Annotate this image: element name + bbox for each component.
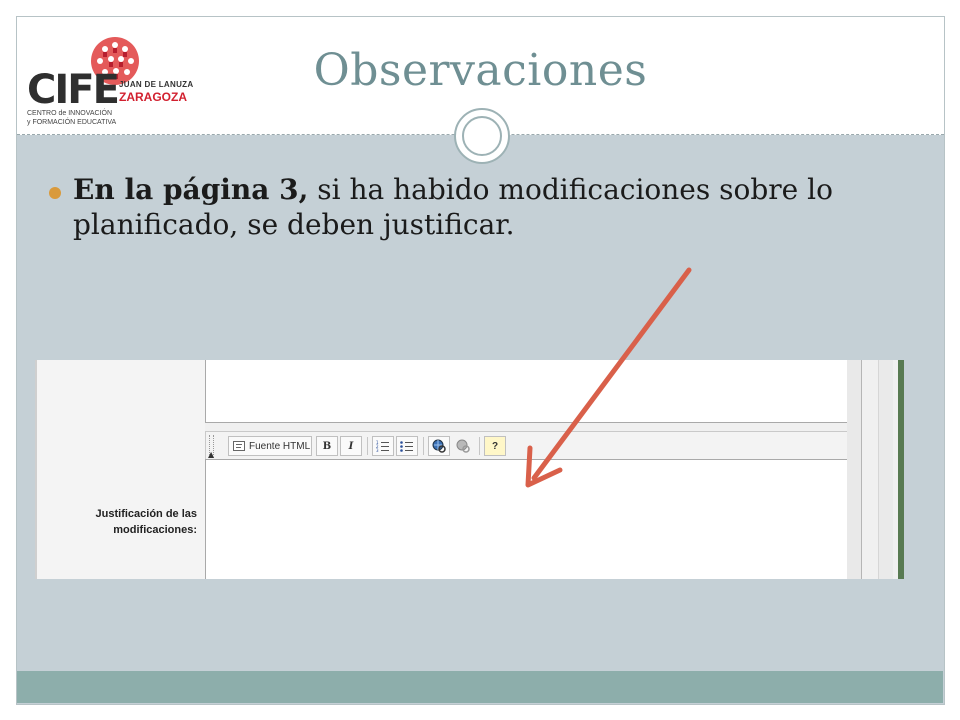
screenshot-green-edge	[898, 360, 904, 579]
link-globe-icon	[432, 439, 446, 453]
ordered-list-button[interactable]: 1 2 3	[372, 436, 394, 456]
source-html-button[interactable]: Fuente HTML	[228, 436, 312, 456]
unordered-list-icon	[400, 441, 413, 452]
toolbar-separator	[479, 437, 480, 455]
insert-link-button[interactable]	[428, 436, 450, 456]
italic-button[interactable]: I	[340, 436, 362, 456]
unordered-list-button[interactable]	[396, 436, 418, 456]
slide-title: Observaciones	[313, 45, 648, 96]
bullet-text: En la página 3, si ha habido modificacio…	[73, 172, 913, 242]
editor-toolbar: ▲ Fuente HTML B I 1 2 3 ?	[205, 431, 848, 460]
remove-link-button[interactable]	[452, 436, 474, 456]
toolbar-separator	[423, 437, 424, 455]
bullet-bold-text: En la página 3,	[73, 173, 309, 206]
unlink-globe-icon	[456, 439, 470, 453]
previous-text-field[interactable]	[205, 360, 848, 423]
logo-centro-line2: y FORMACIÓN EDUCATIVA	[27, 119, 117, 126]
embedded-form-screenshot: ▲ Fuente HTML B I 1 2 3 ? Justificación …	[35, 360, 904, 579]
logo-centro-text: CENTRO de INNOVACIÓN y FORMACIÓN EDUCATI…	[27, 109, 116, 127]
logo-centro-line1: CENTRO de INNOVACIÓN	[27, 110, 113, 117]
screenshot-label-column	[37, 360, 205, 579]
screenshot-right-column	[847, 360, 861, 579]
footer-band	[17, 671, 943, 703]
ordered-list-icon: 1 2 3	[376, 440, 389, 452]
divider-ring-ornament	[454, 108, 510, 164]
justification-label-line2: modificaciones:	[113, 524, 197, 536]
svg-text:3: 3	[376, 448, 379, 452]
toolbar-separator	[367, 437, 368, 455]
justification-field-label: Justificación de las modificaciones:	[37, 506, 197, 538]
justification-editor-area[interactable]	[205, 459, 848, 579]
divider-ring-inner	[462, 116, 502, 156]
slide: CIFE JUAN DE LANUZA ZARAGOZA CENTRO de I…	[16, 16, 945, 705]
bullet-icon	[49, 187, 61, 199]
justification-label-line1: Justificación de las	[95, 508, 197, 520]
source-html-label: Fuente HTML	[249, 440, 311, 452]
toolbar-collapse-icon[interactable]: ▲	[208, 450, 214, 459]
source-html-icon	[233, 441, 245, 451]
screenshot-scrollbar[interactable]	[878, 360, 893, 579]
help-button[interactable]: ?	[484, 436, 506, 456]
bold-button[interactable]: B	[316, 436, 338, 456]
